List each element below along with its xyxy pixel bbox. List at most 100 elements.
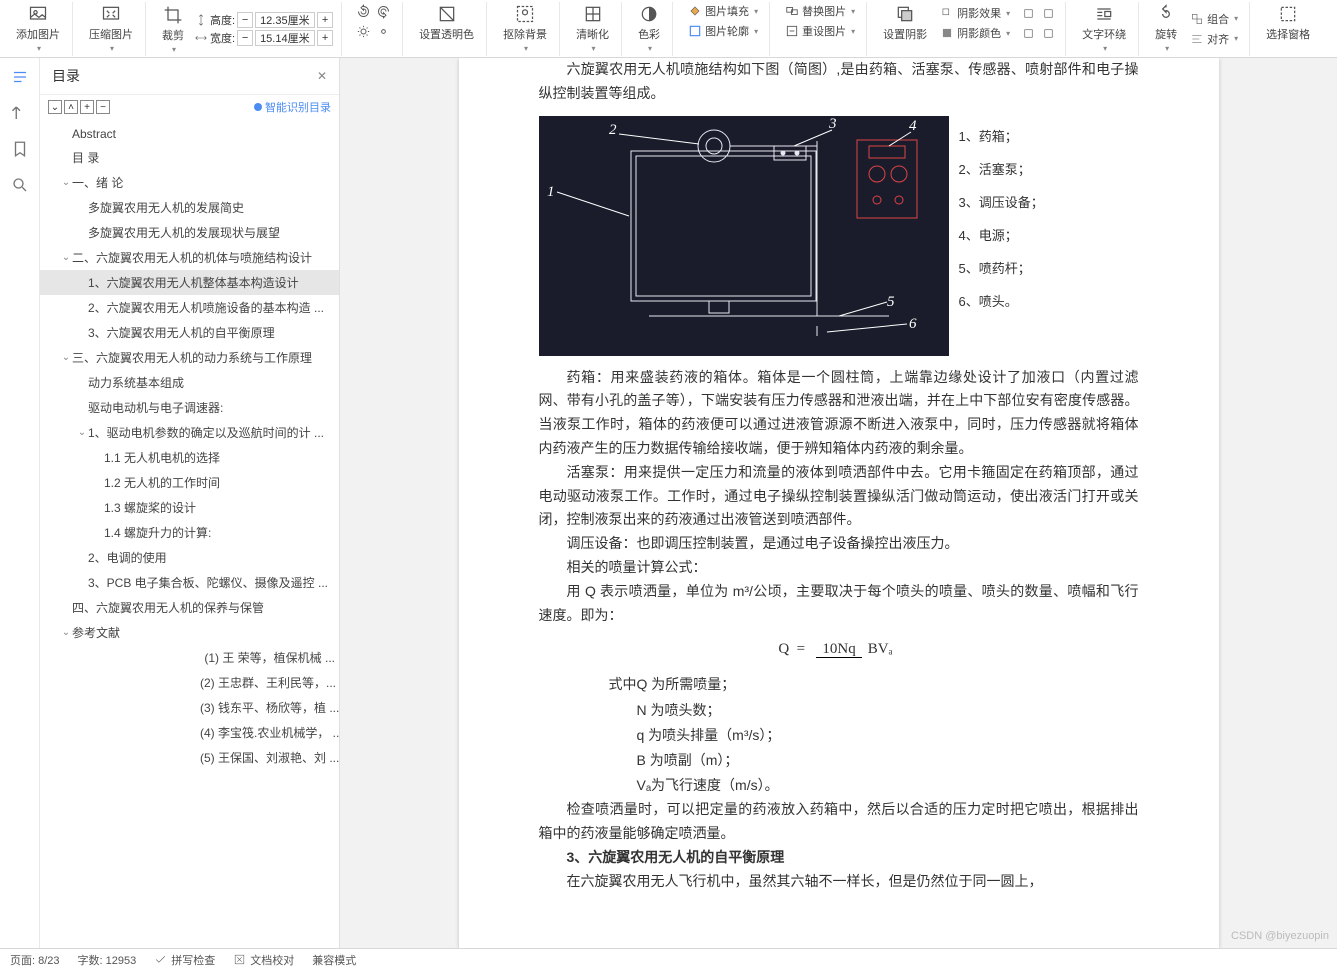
toc-item[interactable]: (3) 钱东平、杨欣等，植 ... xyxy=(40,695,339,720)
toc-item[interactable]: (5) 王保国、刘淑艳、刘 ... xyxy=(40,745,339,770)
rotate-right-icon[interactable] xyxy=(374,2,392,20)
fill-icon xyxy=(688,4,702,18)
compress-image-button[interactable]: 压缩图片 xyxy=(85,2,137,55)
reset-image-button[interactable]: 重设图片 xyxy=(782,22,858,40)
align-button[interactable]: 对齐 xyxy=(1187,30,1241,48)
height-inc[interactable]: + xyxy=(317,12,333,28)
toc-item[interactable]: (2) 王忠群、王利民等，... xyxy=(40,670,339,695)
shadow-fx-icon xyxy=(940,6,954,20)
shadow-effect-button[interactable]: 阴影效果 xyxy=(937,4,1013,22)
height-icon xyxy=(194,13,208,27)
width-dec[interactable]: − xyxy=(237,30,253,46)
svg-text:2: 2 xyxy=(609,122,617,138)
legend-item: 6、喷头。 xyxy=(959,291,1044,310)
color-button[interactable]: 色彩 xyxy=(634,2,664,55)
spell-check[interactable]: 拼写检查 xyxy=(154,952,215,968)
select-pane-button[interactable]: 选择窗格 xyxy=(1262,2,1314,44)
word-count[interactable]: 字数: 12953 xyxy=(78,952,137,968)
toc-item[interactable]: Abstract xyxy=(40,123,339,145)
para: 检查喷洒量时，可以把定量的药液放入药箱中，然后以合适的压力定时把它喷出，根据排出… xyxy=(539,798,1139,846)
height-dec[interactable]: − xyxy=(237,12,253,28)
align-icon xyxy=(1190,32,1204,46)
expand-all-button[interactable]: ˄ xyxy=(64,100,78,114)
group-icon xyxy=(1190,12,1204,26)
toc-item[interactable]: 1.2 无人机的工作时间 xyxy=(40,470,339,495)
image-fill-button[interactable]: 图片填充 xyxy=(685,2,761,20)
toc-item[interactable]: 一、绪 论 xyxy=(40,170,339,195)
image-icon xyxy=(28,4,48,24)
rotate-left-icon[interactable] xyxy=(354,2,372,20)
toc-item[interactable]: 三、六旋翼农用无人机的动力系统与工作原理 xyxy=(40,345,339,370)
shadow-nudge-2[interactable] xyxy=(1039,4,1057,22)
shadow-color-button[interactable]: 阴影颜色 xyxy=(937,24,1013,42)
legend-item: 5、喷药杆； xyxy=(959,258,1044,277)
left-strip xyxy=(0,58,40,948)
toc-item[interactable]: 1.1 无人机电机的选择 xyxy=(40,445,339,470)
page-indicator[interactable]: 页面: 8/23 xyxy=(10,952,60,968)
width-icon xyxy=(194,31,208,45)
group-button[interactable]: 组合 xyxy=(1187,10,1241,28)
shadow-nudge-4[interactable] xyxy=(1039,24,1057,42)
crop-button[interactable]: 裁剪 xyxy=(158,3,188,56)
toc-item[interactable]: 动力系统基本组成 xyxy=(40,370,339,395)
replace-image-button[interactable]: 替换图片 xyxy=(782,2,858,20)
page: 六旋翼农用无人机喷施结构如下图（简图）,是由药箱、活塞泵、传感器、喷射部件和电子… xyxy=(459,58,1219,948)
toc-item[interactable]: (1) 王 荣等，植保机械 ... xyxy=(40,645,339,670)
collapse-all-button[interactable]: ⌄ xyxy=(48,100,62,114)
toc-item[interactable]: 驱动电动机与电子调速器: xyxy=(40,395,339,420)
document-area[interactable]: 六旋翼农用无人机喷施结构如下图（简图）,是由药箱、活塞泵、传感器、喷射部件和电子… xyxy=(340,58,1337,948)
brightness-up-icon[interactable] xyxy=(354,22,372,40)
toc-item[interactable]: 二、六旋翼农用无人机的机体与喷施结构设计 xyxy=(40,245,339,270)
level-up-button[interactable]: + xyxy=(80,100,94,114)
para: 活塞泵：用来提供一定压力和流量的液体到喷洒部件中去。它用卡箍固定在药箱顶部，通过… xyxy=(539,461,1139,532)
toc-item[interactable]: 3、六旋翼农用无人机的自平衡原理 xyxy=(40,320,339,345)
image-outline-button[interactable]: 图片轮廓 xyxy=(685,22,761,40)
legend-item: 4、电源； xyxy=(959,225,1044,244)
svg-text:5: 5 xyxy=(887,294,895,310)
proofread[interactable]: 文档校对 xyxy=(233,952,294,968)
compat-mode[interactable]: 兼容模式 xyxy=(312,952,356,968)
search-icon[interactable] xyxy=(11,176,29,194)
transparent-color-button[interactable]: 设置透明色 xyxy=(415,2,478,44)
toc-item[interactable]: 1.4 螺旋升力的计算: xyxy=(40,520,339,545)
toc-item[interactable]: (4) 李宝筏.农业机械学， ... xyxy=(40,720,339,745)
toc-item[interactable]: 多旋翼农用无人机的发展现状与展望 xyxy=(40,220,339,245)
toc-item[interactable]: 1.3 螺旋桨的设计 xyxy=(40,495,339,520)
width-value[interactable]: 15.14厘米 xyxy=(255,30,315,46)
outline-icon[interactable] xyxy=(11,68,29,86)
remove-bg-button[interactable]: 抠除背景 xyxy=(499,2,551,55)
legend-item: 2、活塞泵； xyxy=(959,159,1044,178)
toc-list[interactable]: Abstract目 录一、绪 论多旋翼农用无人机的发展简史多旋翼农用无人机的发展… xyxy=(40,119,339,948)
cad-diagram: 1 2 3 4 5 6 xyxy=(539,116,949,356)
level-down-button[interactable]: − xyxy=(96,100,110,114)
toc-item[interactable]: 参考文献 xyxy=(40,620,339,645)
brightness-down-icon[interactable] xyxy=(374,22,392,40)
text-wrap-button[interactable]: 文字环绕 xyxy=(1078,2,1130,55)
toc-item[interactable]: 1、驱动电机参数的确定以及巡航时间的计 ... xyxy=(40,420,339,445)
shadow-button[interactable]: 设置阴影 xyxy=(879,2,931,44)
para: 调压设备：也即调压控制装置，是通过电子设备操控出液压力。 xyxy=(539,532,1139,556)
bookmark-icon[interactable] xyxy=(11,140,29,158)
toc-item[interactable]: 多旋翼农用无人机的发展简史 xyxy=(40,195,339,220)
close-icon[interactable]: ✕ xyxy=(317,69,327,83)
smart-toc-button[interactable]: 智能识别目录 xyxy=(254,99,331,115)
add-image-button[interactable]: 添加图片 xyxy=(12,2,64,55)
toc-item[interactable]: 目 录 xyxy=(40,145,339,170)
status-bar: 页面: 8/23 字数: 12953 拼写检查 文档校对 兼容模式 xyxy=(0,948,1337,970)
width-inc[interactable]: + xyxy=(317,30,333,46)
toc-arrow-icon[interactable] xyxy=(11,104,29,122)
toc-item[interactable]: 四、六旋翼农用无人机的保养与保管 xyxy=(40,595,339,620)
rotate-button[interactable]: 旋转 xyxy=(1151,2,1181,55)
shadow-nudge-3[interactable] xyxy=(1019,24,1037,42)
legend-item: 3、调压设备； xyxy=(959,192,1044,211)
toc-item[interactable]: 3、PCB 电子集合板、陀螺仪、摄像及遥控 ... xyxy=(40,570,339,595)
toc-panel: 目录 ✕ ⌄ ˄ + − 智能识别目录 Abstract目 录一、绪 论多旋翼农… xyxy=(40,58,340,948)
toc-item[interactable]: 1、六旋翼农用无人机整体基本构造设计 xyxy=(40,270,339,295)
svg-text:1: 1 xyxy=(547,184,555,200)
toc-item[interactable]: 2、六旋翼农用无人机喷施设备的基本构造 ... xyxy=(40,295,339,320)
sharpen-button[interactable]: 清晰化 xyxy=(572,2,613,55)
height-value[interactable]: 12.35厘米 xyxy=(255,12,315,28)
heading-3: 3、六旋翼农用无人机的自平衡原理 xyxy=(539,846,1139,870)
shadow-nudge-1[interactable] xyxy=(1019,4,1037,22)
toc-item[interactable]: 2、电调的使用 xyxy=(40,545,339,570)
